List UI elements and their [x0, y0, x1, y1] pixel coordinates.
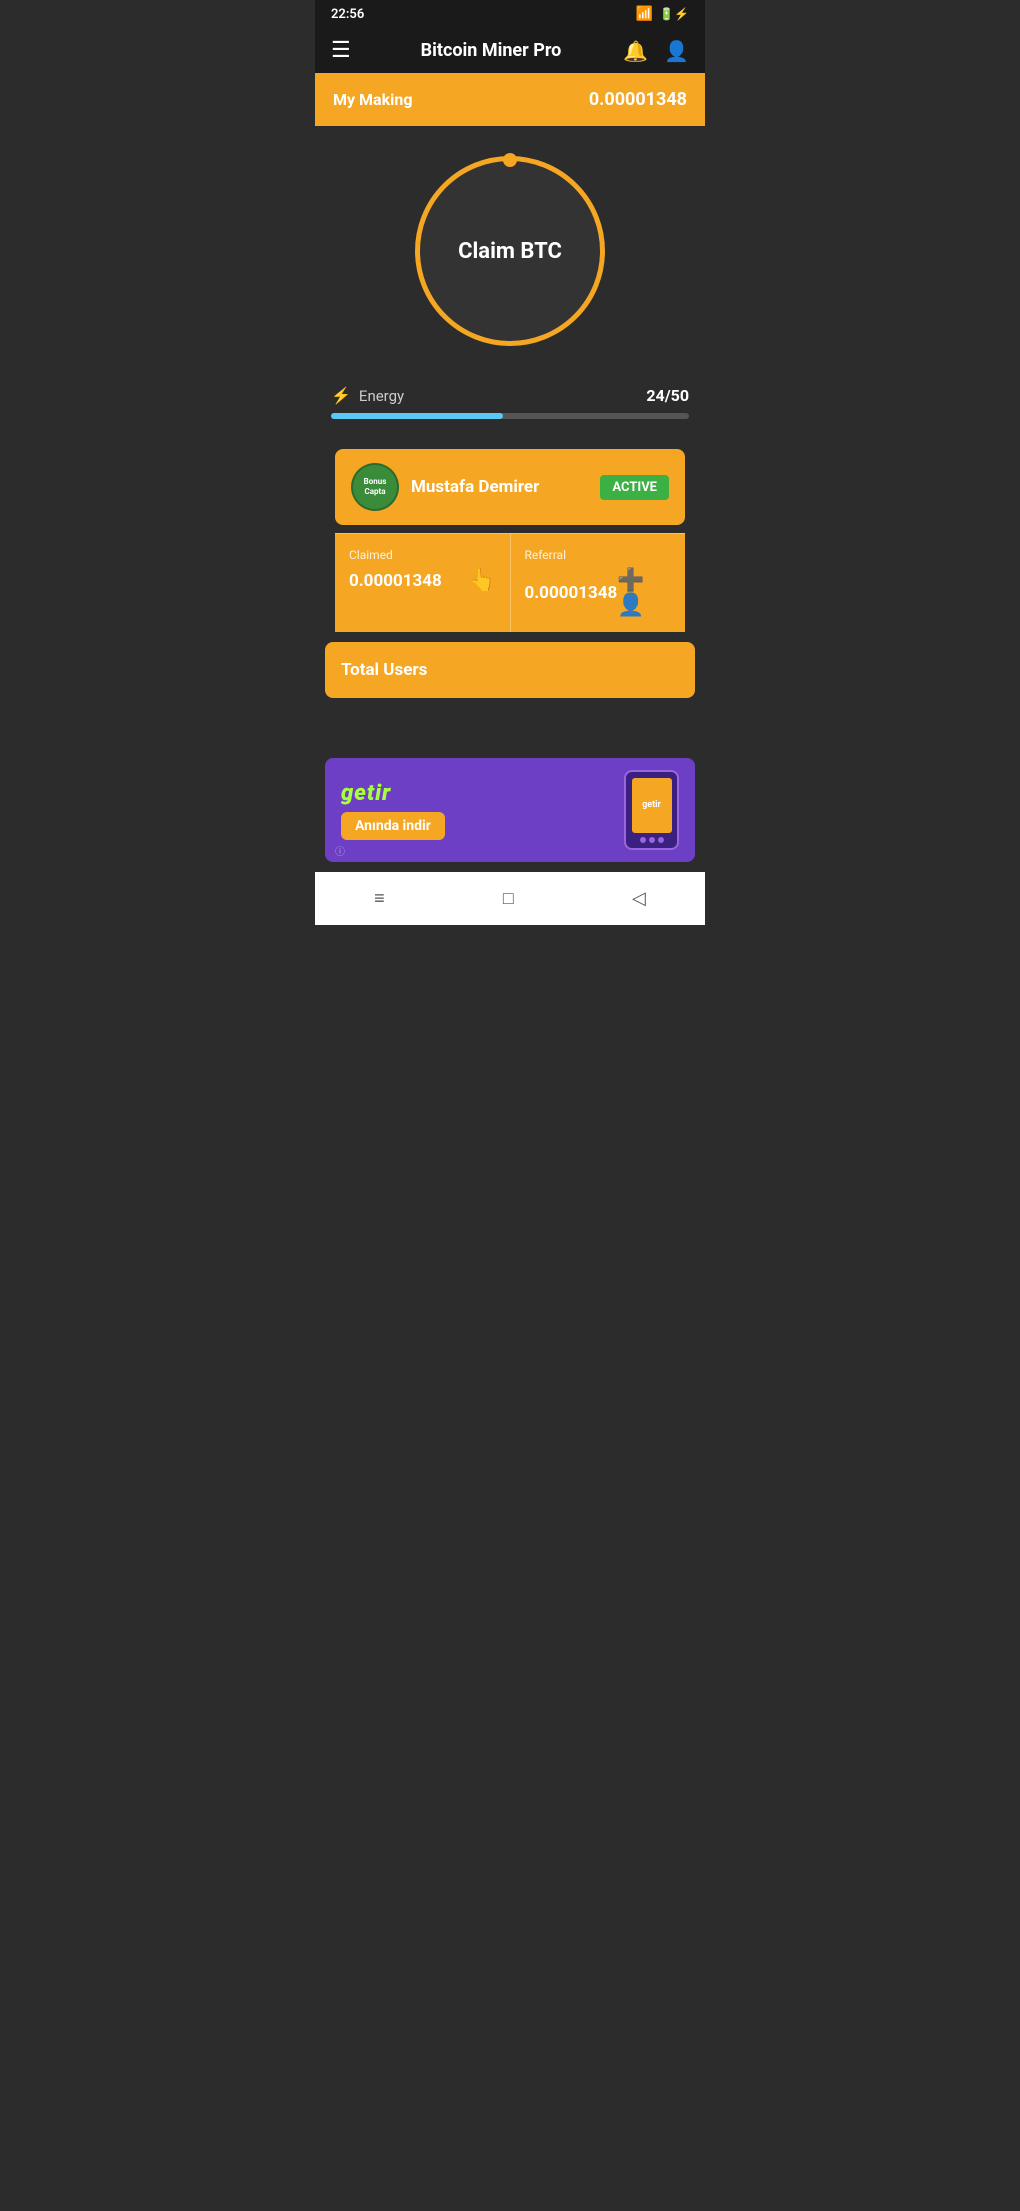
hamburger-menu-icon[interactable]: ☰ [331, 38, 351, 63]
claimed-value: 0.00001348 [349, 571, 442, 591]
referral-value-row: 0.00001348 ➕👤 [525, 568, 672, 618]
user-section: Bonus Capta Mustafa Demirer ACTIVE Claim… [325, 441, 695, 632]
avatar-inner: Bonus Capta [353, 465, 397, 509]
nav-menu-button[interactable]: ≡ [354, 882, 405, 915]
claim-btc-label: Claim BTC [458, 239, 562, 264]
claim-btc-button[interactable]: Claim BTC [415, 156, 605, 346]
nav-home-button[interactable]: □ [483, 882, 534, 915]
top-nav: ☰ Bitcoin Miner Pro 🔔 👤 [315, 28, 705, 73]
ad-phone-screen: getir [632, 778, 672, 833]
energy-label: Energy [359, 387, 404, 405]
active-badge: ACTIVE [600, 475, 669, 500]
referral-value: 0.00001348 [525, 583, 618, 603]
my-making-value: 0.00001348 [589, 89, 687, 110]
energy-value: 24/50 [646, 386, 689, 405]
stats-row: Claimed 0.00001348 👆 Referral 0.00001348… [335, 533, 685, 632]
energy-bar-background [331, 413, 689, 419]
app-title: Bitcoin Miner Pro [371, 40, 611, 61]
energy-header: ⚡ Energy 24/50 [331, 386, 689, 405]
profile-icon[interactable]: 👤 [664, 39, 689, 63]
total-users-label: Total Users [341, 660, 427, 680]
nav-icons: 🔔 👤 [623, 39, 689, 63]
claimed-cell: Claimed 0.00001348 👆 [335, 534, 511, 632]
lightning-icon: ⚡ [331, 386, 351, 405]
bell-icon[interactable]: 🔔 [623, 39, 648, 63]
avatar: Bonus Capta [351, 463, 399, 511]
claim-circle-wrapper: Claim BTC [415, 156, 605, 346]
claimed-label: Claimed [349, 548, 496, 562]
bottom-nav: ≡ □ ◁ [315, 872, 705, 925]
finger-tap-icon: 👆 [468, 568, 495, 593]
battery-icon: 🔋⚡ [659, 7, 689, 21]
referral-label: Referral [525, 548, 672, 562]
claimed-value-row: 0.00001348 👆 [349, 568, 496, 593]
avatar-text: Bonus Capta [353, 477, 397, 496]
ad-cta-button[interactable]: Anında indir [341, 812, 445, 840]
ad-content-left: getir Anında indir [341, 781, 445, 840]
ad-phone-dots [640, 837, 664, 843]
status-icons: 📶 🔋⚡ [636, 6, 689, 22]
nav-back-button[interactable]: ◁ [612, 882, 666, 915]
ad-brand: getir [341, 781, 445, 806]
ad-phone-image: getir [624, 770, 679, 850]
total-users-banner: Total Users [325, 642, 695, 698]
energy-left: ⚡ Energy [331, 386, 404, 405]
status-time: 22:56 [331, 7, 364, 22]
user-name: Mustafa Demirer [411, 477, 539, 497]
add-person-icon[interactable]: ➕👤 [617, 568, 671, 618]
user-card: Bonus Capta Mustafa Demirer ACTIVE [335, 449, 685, 525]
my-making-banner: My Making 0.00001348 [315, 73, 705, 126]
status-bar: 22:56 📶 🔋⚡ [315, 0, 705, 28]
ad-banner[interactable]: getir Anında indir getir ⓘ [325, 758, 695, 862]
referral-cell: Referral 0.00001348 ➕👤 [511, 534, 686, 632]
energy-section: ⚡ Energy 24/50 [315, 376, 705, 433]
my-making-label: My Making [333, 90, 413, 109]
ad-info-icon: ⓘ [335, 843, 345, 858]
wifi-icon: 📶 [636, 6, 653, 22]
claim-area: Claim BTC [315, 126, 705, 376]
user-info: Bonus Capta Mustafa Demirer [351, 463, 600, 511]
energy-bar-fill [331, 413, 503, 419]
